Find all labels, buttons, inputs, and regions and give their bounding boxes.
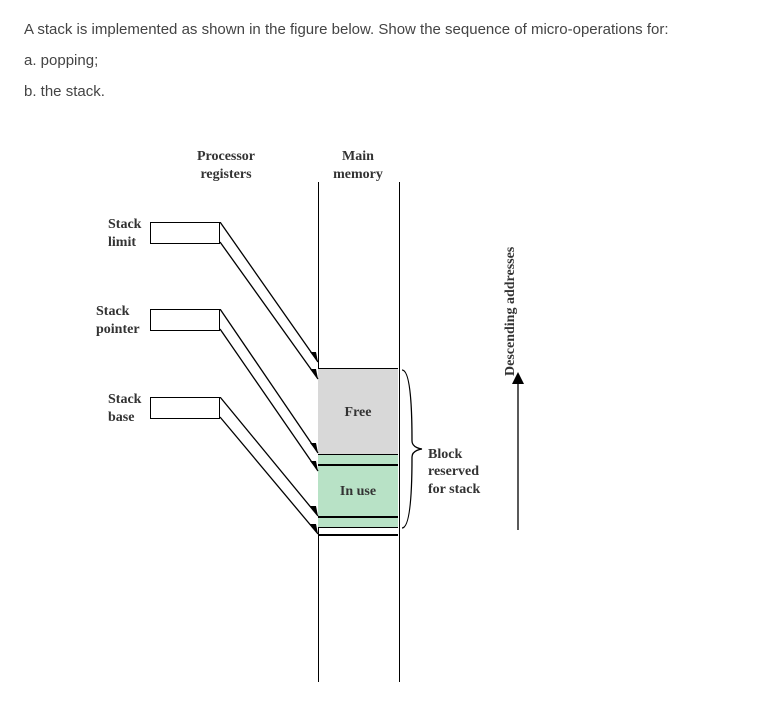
descending-arrow-icon bbox=[508, 370, 528, 534]
memory-free-region: Free bbox=[318, 368, 398, 455]
stack-base-connector bbox=[200, 397, 330, 547]
stack-diagram: Processor registers Main memory Stack li… bbox=[96, 156, 616, 686]
stack-pointer-text: Stack pointer bbox=[96, 304, 140, 337]
processor-registers-text: Processor registers bbox=[197, 149, 255, 182]
descending-addresses-label: Descending addresses bbox=[502, 247, 520, 376]
memory-separator-top bbox=[318, 464, 398, 466]
stack-limit-text: Stack limit bbox=[108, 217, 141, 250]
block-reserved-label: Block reserved for stack bbox=[428, 428, 480, 498]
stack-limit-connector bbox=[200, 222, 330, 382]
stack-limit-register bbox=[150, 222, 220, 244]
question-part-b: b. the stack. bbox=[24, 80, 736, 105]
stack-pointer-register bbox=[150, 309, 220, 331]
stack-pointer-connector bbox=[200, 309, 330, 479]
memory-separator-bottom bbox=[318, 516, 398, 518]
question-intro: A stack is implemented as shown in the f… bbox=[24, 18, 736, 43]
stack-base-text: Stack base bbox=[108, 392, 141, 425]
free-label: Free bbox=[345, 404, 372, 422]
descending-addresses-text: Descending addresses bbox=[503, 247, 518, 376]
main-memory-header: Main memory bbox=[328, 148, 388, 183]
stack-base-register bbox=[150, 397, 220, 419]
processor-registers-header: Processor registers bbox=[186, 148, 266, 183]
block-reserved-text: Block reserved for stack bbox=[428, 447, 480, 497]
stack-pointer-label: Stack pointer bbox=[96, 303, 140, 338]
block-brace bbox=[398, 366, 426, 532]
memory-separator-below-stack bbox=[318, 534, 398, 536]
inuse-label: In use bbox=[340, 483, 376, 501]
stack-limit-label: Stack limit bbox=[108, 216, 141, 251]
main-memory-text: Main memory bbox=[333, 149, 383, 182]
question-part-a: a. popping; bbox=[24, 49, 736, 74]
stack-base-label: Stack base bbox=[108, 391, 141, 426]
